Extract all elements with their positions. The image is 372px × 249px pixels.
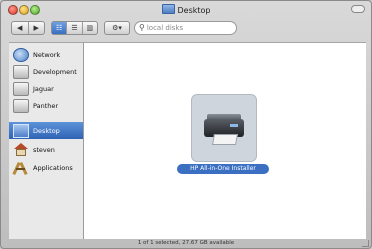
window-title: Desktop [1,4,371,16]
hard-disk-icon [13,64,29,79]
sidebar-item-label: steven [33,145,55,154]
file-browser-pane[interactable]: HP All-in-One Installer [83,42,366,239]
resize-handle[interactable] [362,240,369,247]
search-icon: ⚲ [139,23,145,32]
sidebar-item-label: Applications [33,163,73,172]
sidebar-item-label: Network [33,50,61,59]
title-bar[interactable]: Desktop [1,1,371,18]
toolbar-toggle-button[interactable] [351,5,365,13]
hard-disk-icon [13,98,29,113]
sidebar-item-development[interactable]: Development [9,63,83,80]
sidebar-item-applications[interactable]: Applications [9,159,83,176]
sidebar-item-panther[interactable]: Panther [9,97,83,114]
sidebar-item-steven[interactable]: steven [9,141,83,158]
sidebar-item-desktop[interactable]: Desktop [9,122,83,139]
status-text: 1 of 1 selected, 27.67 GB available [137,240,235,246]
desktop-folder-icon [161,4,175,14]
column-view-button[interactable]: ▥ [83,22,97,34]
back-forward-control: ◀ ▶ [11,21,45,35]
sidebar-item-label: Desktop [33,126,60,135]
sidebar: Network Development Jaguar Panther Deskt… [9,42,83,239]
back-button[interactable]: ◀ [12,22,29,34]
toolbar: ◀ ▶ ☷ ☰ ▥ ⚙▾ ⚲ [1,18,371,42]
icon-view-button[interactable]: ☷ [52,22,68,34]
forward-button[interactable]: ▶ [29,22,45,34]
window-title-text: Desktop [177,6,211,15]
finder-window: Desktop ◀ ▶ ☷ ☰ ▥ ⚙▾ ⚲ Network Developme… [0,0,372,249]
sidebar-item-label: Development [33,67,77,76]
network-globe-icon [13,47,29,62]
view-mode-control: ☷ ☰ ▥ [51,21,98,35]
list-view-button[interactable]: ☰ [67,22,83,34]
printer-icon [201,109,247,147]
search-field[interactable]: ⚲ [134,21,237,35]
file-item-hp-installer[interactable] [191,94,257,162]
action-menu-button[interactable]: ⚙▾ [104,21,130,35]
hard-disk-icon [13,81,29,96]
gear-icon: ⚙▾ [112,24,122,32]
desktop-icon [13,123,29,138]
search-input[interactable] [146,24,227,32]
sidebar-item-label: Jaguar [33,84,54,93]
applications-icon [12,161,29,175]
sidebar-item-network[interactable]: Network [9,46,83,63]
sidebar-item-jaguar[interactable]: Jaguar [9,80,83,97]
home-icon [13,142,29,157]
status-bar: 1 of 1 selected, 27.67 GB available [1,238,371,249]
sidebar-item-label: Panther [33,101,59,110]
file-item-label[interactable]: HP All-in-One Installer [177,164,269,174]
